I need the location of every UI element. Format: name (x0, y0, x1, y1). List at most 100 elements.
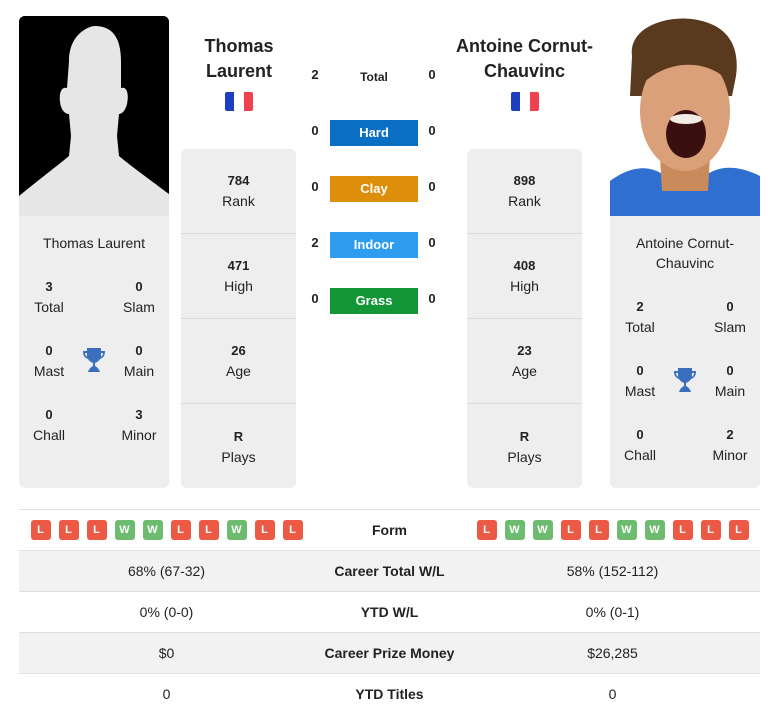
player1-titles-card: Thomas Laurent 3 Total 0 Slam 0 Mast 0 M… (19, 216, 169, 488)
stat-value: 23 (517, 343, 532, 358)
table-row: 0% (0-0) YTD W/L 0% (0-1) (19, 591, 760, 632)
h2h-p1-count: 0 (311, 179, 319, 194)
p2-value: 0 (608, 686, 617, 702)
form-win-badge[interactable]: W (504, 520, 525, 540)
player2-card-name-line1: Antoine Cornut- (635, 235, 735, 251)
form-row: LLLWWLLWLL Form LWWLLWWLLL (19, 509, 760, 550)
stat-label: Rank (508, 193, 541, 209)
stat-value: 26 (231, 343, 246, 358)
h2h-p2-count: 0 (428, 179, 436, 194)
h2h-p2-count: 0 (428, 291, 436, 306)
form-loss-badge[interactable]: L (58, 520, 79, 540)
titles-chall-value: 0 (636, 427, 644, 442)
form-win-badge[interactable]: W (532, 520, 553, 540)
form-loss-badge[interactable]: L (672, 520, 693, 540)
titles-mast-value: 0 (636, 363, 644, 378)
titles-main-label: Main (123, 363, 155, 379)
h2h-clay-row: 0 Clay 0 (300, 176, 450, 202)
form-loss-badge[interactable]: L (282, 520, 303, 540)
form-win-badge[interactable]: W (616, 520, 637, 540)
stat-label: Plays (507, 448, 542, 465)
titles-chall: 0 Chall (610, 425, 670, 465)
stat-value: 898 (513, 173, 536, 188)
player2-photo (610, 16, 760, 216)
surface-clay-badge[interactable]: Clay (330, 176, 418, 202)
row-label: YTD W/L (360, 604, 419, 620)
p1-value: 0 (162, 686, 171, 702)
form-loss-badge[interactable]: L (198, 520, 219, 540)
titles-main: 0 Main (109, 341, 169, 381)
h2h-p1-count: 0 (311, 123, 319, 138)
titles-mast: 0 Mast (19, 341, 79, 381)
table-row: $0 Career Prize Money $26,285 (19, 632, 760, 673)
form-loss-badge[interactable]: L (560, 520, 581, 540)
row-label: Career Total W/L (334, 563, 445, 579)
stat-value: R (233, 428, 244, 444)
form-win-badge[interactable]: W (142, 520, 163, 540)
titles-minor: 3 Minor (109, 405, 169, 445)
player2-titles-card: Antoine Cornut- Chauvinc 2 Total 0 Slam … (610, 216, 760, 488)
form-win-badge[interactable]: W (644, 520, 665, 540)
form-loss-badge[interactable]: L (588, 520, 609, 540)
titles-chall-value: 0 (45, 407, 53, 422)
comparison-table: LLLWWLLWLL Form LWWLLWWLLL 68% (67-32) C… (19, 509, 760, 714)
titles-slam-label: Slam (714, 319, 746, 335)
form-loss-badge[interactable]: L (86, 520, 107, 540)
titles-slam: 0 Slam (109, 277, 169, 317)
p2-value: 58% (152-112) (566, 563, 659, 579)
surface-grass-badge[interactable]: Grass (330, 288, 418, 314)
h2h-total-label: Total (360, 70, 388, 84)
stat-rank: 784 Rank (181, 149, 296, 234)
form-loss-badge[interactable]: L (728, 520, 749, 540)
h2h-hard-row: 0 Hard 0 (300, 120, 450, 146)
h2h-grass-row: 0 Grass 0 (300, 288, 450, 314)
stat-high: 471 High (181, 234, 296, 319)
p1-value: $0 (158, 645, 175, 661)
stat-age: 23 Age (467, 319, 582, 404)
titles-minor-value: 3 (135, 407, 143, 422)
player2-first-name: Antoine Cornut- (456, 36, 593, 56)
stat-plays: R Plays (181, 404, 296, 489)
form-win-badge[interactable]: W (114, 520, 135, 540)
player2-last-name: Chauvinc (483, 61, 566, 81)
surface-hard-badge[interactable]: Hard (330, 120, 418, 146)
form-win-badge[interactable]: W (226, 520, 247, 540)
form-loss-badge[interactable]: L (30, 520, 51, 540)
surface-indoor-badge[interactable]: Indoor (330, 232, 418, 258)
p1-value: 68% (67-32) (127, 563, 206, 579)
stat-age: 26 Age (181, 319, 296, 404)
form-loss-badge[interactable]: L (170, 520, 191, 540)
form-loss-badge[interactable]: L (700, 520, 721, 540)
france-flag-icon (511, 92, 539, 111)
player1-form-badges: LLLWWLLWLL (19, 520, 314, 540)
titles-total-value: 3 (45, 279, 53, 294)
titles-total-label: Total (34, 299, 64, 315)
player2-name-heading[interactable]: Antoine Cornut- Chauvinc (452, 34, 597, 84)
player1-card-name[interactable]: Thomas Laurent (19, 233, 169, 253)
player1-name-heading[interactable]: Thomas Laurent (180, 34, 298, 84)
titles-chall: 0 Chall (19, 405, 79, 445)
titles-main-label: Main (714, 383, 746, 399)
titles-main-value: 0 (726, 363, 734, 378)
stat-label: Age (226, 363, 251, 379)
stat-value: 408 (513, 258, 536, 273)
form-loss-badge[interactable]: L (254, 520, 275, 540)
player2-form-badges: LWWLLWWLLL (465, 520, 760, 540)
stat-value: R (519, 428, 530, 444)
form-loss-badge[interactable]: L (476, 520, 497, 540)
titles-main: 0 Main (700, 361, 760, 401)
trophy-icon (83, 348, 105, 372)
h2h-p2-count: 0 (428, 123, 436, 138)
player2-stats-card: 898 Rank 408 High 23 Age R Plays (467, 149, 582, 488)
titles-minor-label: Minor (712, 447, 748, 463)
stat-rank: 898 Rank (467, 149, 582, 234)
p2-value: $26,285 (587, 645, 638, 661)
stat-label: High (224, 278, 253, 294)
p1-value: 0% (0-0) (139, 604, 194, 620)
table-row: 0 YTD Titles 0 (19, 673, 760, 714)
player2-card-name-line2: Chauvinc (655, 255, 715, 271)
stat-value: 784 (227, 173, 250, 188)
h2h-p1-count: 2 (311, 235, 319, 250)
player1-last-name: Laurent (205, 61, 272, 81)
player2-card-name[interactable]: Antoine Cornut- Chauvinc (610, 233, 760, 273)
